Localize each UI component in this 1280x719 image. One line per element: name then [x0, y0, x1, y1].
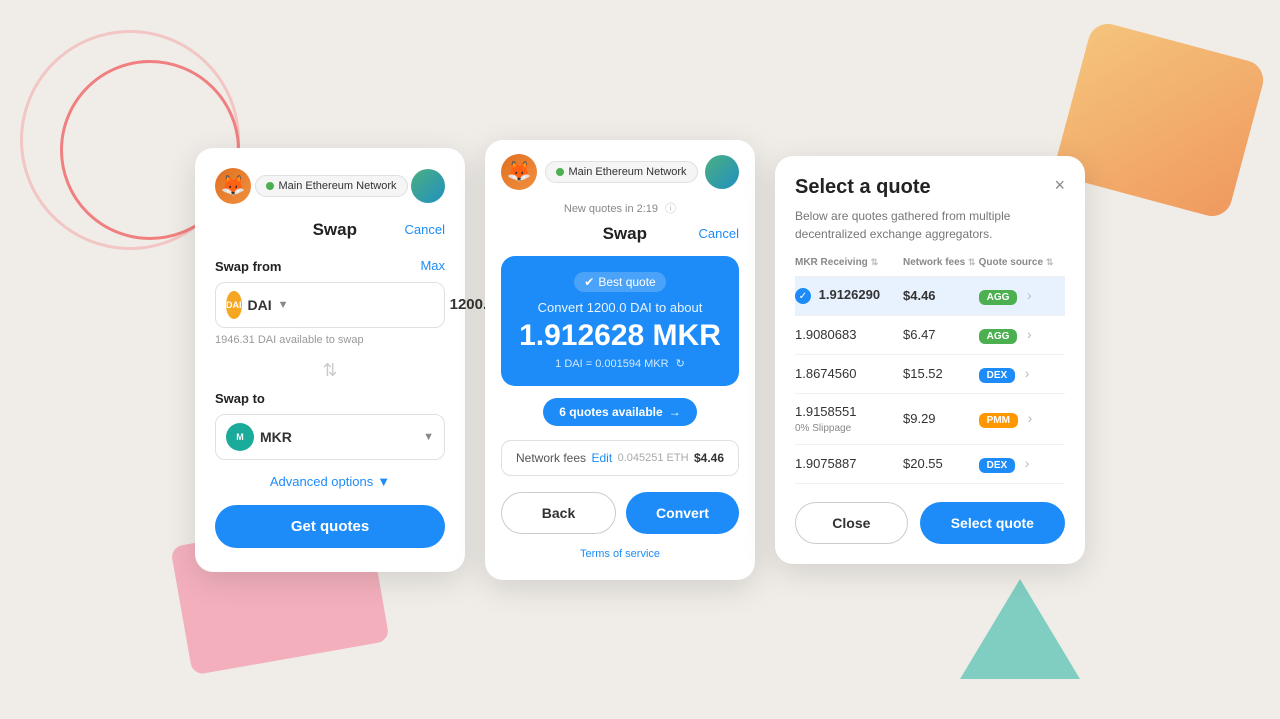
- convert-button[interactable]: Convert: [626, 492, 739, 534]
- cancel-link-p2[interactable]: Cancel: [699, 226, 739, 241]
- network-dot-p2: [556, 168, 564, 176]
- back-button[interactable]: Back: [501, 492, 616, 534]
- cancel-link-p1[interactable]: Cancel: [405, 222, 445, 237]
- quote-row[interactable]: 1.9158551 0% Slippage $9.29 PMM ›: [795, 393, 1065, 444]
- col-mkr-receiving: MKR Receiving ⇅: [795, 257, 903, 277]
- quote-mkr: 1.9158551 0% Slippage: [795, 393, 903, 444]
- fees-label: Network fees: [516, 451, 586, 465]
- max-link[interactable]: Max: [420, 258, 445, 273]
- panel2-title-row: Swap Cancel: [485, 224, 755, 256]
- quote-row[interactable]: 1.8674560 $15.52 DEX ›: [795, 354, 1065, 393]
- swap-from-row: DAI DAI ▼ ≈ $1,206.37: [215, 282, 445, 328]
- panel3-actions: Close Select quote: [795, 502, 1065, 544]
- avatar-p2: [705, 155, 739, 189]
- swap-to-label: Swap to: [215, 391, 445, 406]
- network-label-p1: Main Ethereum Network: [279, 180, 397, 192]
- convert-text: Convert 1200.0 DAI to about: [517, 300, 723, 315]
- select-quote-panel: Select a quote × Below are quotes gather…: [775, 156, 1085, 564]
- mkr-amount: 1.912628 MKR: [517, 319, 723, 353]
- panel2-header: 🦊 Main Ethereum Network: [485, 140, 755, 200]
- dai-chevron[interactable]: ▼: [278, 299, 289, 311]
- mkr-icon-p1: M: [226, 423, 254, 451]
- panel2-actions: Back Convert: [485, 492, 755, 538]
- quote-row[interactable]: ✓ 1.9126290 $4.46 AGG ›: [795, 276, 1065, 315]
- fees-edit-link[interactable]: Edit: [591, 451, 612, 465]
- panel1-title: Swap: [265, 220, 405, 240]
- quote-row[interactable]: 1.9075887 $20.55 DEX ›: [795, 444, 1065, 483]
- col-quote-source: Quote source ⇅: [979, 257, 1065, 277]
- swap-from-label: Swap from: [215, 259, 281, 274]
- quote-row[interactable]: 1.9080683 $6.47 AGG ›: [795, 315, 1065, 354]
- select-quote-button[interactable]: Select quote: [920, 502, 1065, 544]
- close-action-button[interactable]: Close: [795, 502, 908, 544]
- quote-fee: $6.47: [903, 315, 979, 354]
- quote-fee: $20.55: [903, 444, 979, 483]
- quotes-table: MKR Receiving ⇅ Network fees ⇅ Quote sou…: [795, 257, 1065, 484]
- fees-eth: 0.045251 ETH: [618, 452, 689, 464]
- quote-fee: $15.52: [903, 354, 979, 393]
- fees-usd: $4.46: [694, 451, 724, 465]
- panel3-subtitle: Below are quotes gathered from multiple …: [795, 207, 1065, 243]
- arrow-right-icon: →: [669, 405, 681, 419]
- metamask-logo: 🦊: [215, 168, 251, 204]
- panel3-header: Select a quote ×: [795, 176, 1065, 199]
- quote-mkr: 1.8674560: [795, 354, 903, 393]
- quote-source[interactable]: PMM ›: [979, 393, 1065, 444]
- get-quotes-button[interactable]: Get quotes: [215, 505, 445, 548]
- quote-source[interactable]: AGG ›: [979, 315, 1065, 354]
- sort-icon-2[interactable]: ⇅: [968, 257, 976, 267]
- close-x-button[interactable]: ×: [1054, 176, 1065, 194]
- dai-token-name: DAI: [248, 297, 272, 313]
- swap-rate-icon: ↻: [676, 358, 685, 370]
- sort-icon-3[interactable]: ⇅: [1046, 257, 1054, 267]
- network-fees-row: Network fees Edit 0.045251 ETH $4.46: [501, 440, 739, 476]
- sort-icon-1[interactable]: ⇅: [871, 257, 879, 267]
- advanced-options[interactable]: Advanced options ▼: [215, 474, 445, 489]
- panel1-title-row: Swap Cancel: [215, 220, 445, 240]
- best-quote-card: ✔ Best quote Convert 1200.0 DAI to about…: [501, 256, 739, 386]
- bg-triangle-teal: [960, 579, 1080, 679]
- mkr-token-name: MKR: [260, 429, 292, 445]
- network-badge-p1[interactable]: Main Ethereum Network: [255, 175, 408, 197]
- timer-text: New quotes in 2:19 ⓘ: [485, 200, 755, 216]
- quote-source[interactable]: AGG ›: [979, 276, 1065, 315]
- quote-mkr: ✓ 1.9126290: [795, 276, 903, 315]
- best-quote-badge: ✔ Best quote: [574, 272, 665, 292]
- quote-fee: $4.46: [903, 276, 979, 315]
- avatar-p1: [411, 169, 445, 203]
- col-network-fees: Network fees ⇅: [903, 257, 979, 277]
- swap-to-row[interactable]: M MKR ▼: [215, 414, 445, 460]
- tos-link[interactable]: Terms of service: [485, 548, 755, 560]
- rate-text: 1 DAI = 0.001594 MKR ↻: [517, 357, 723, 370]
- network-label-p2: Main Ethereum Network: [569, 166, 687, 178]
- panel1-header: 🦊 Main Ethereum Network: [215, 168, 445, 204]
- metamask-logo-p2: 🦊: [501, 154, 537, 190]
- info-icon: ⓘ: [665, 203, 676, 215]
- mkr-chevron[interactable]: ▼: [423, 431, 434, 443]
- quote-mkr: 1.9080683: [795, 315, 903, 354]
- select-quote-title: Select a quote: [795, 176, 931, 199]
- check-icon: ✔: [584, 275, 594, 289]
- quote-source[interactable]: DEX ›: [979, 444, 1065, 483]
- network-badge-p2[interactable]: Main Ethereum Network: [545, 161, 698, 183]
- available-text: 1946.31 DAI available to swap: [215, 334, 445, 346]
- network-dot-p1: [266, 182, 274, 190]
- quotes-available-button[interactable]: 6 quotes available →: [543, 398, 696, 426]
- chevron-down-icon: ▼: [377, 474, 390, 489]
- best-quote-panel: 🦊 Main Ethereum Network New quotes in 2:…: [485, 140, 755, 580]
- panel2-title: Swap: [551, 224, 699, 244]
- dai-icon: DAI: [226, 291, 242, 319]
- quote-fee: $9.29: [903, 393, 979, 444]
- quote-mkr: 1.9075887: [795, 444, 903, 483]
- swap-from-panel: 🦊 Main Ethereum Network Swap Cancel Swap…: [195, 148, 465, 572]
- quote-source[interactable]: DEX ›: [979, 354, 1065, 393]
- swap-arrows-icon[interactable]: ⇅: [215, 360, 445, 381]
- amount-input[interactable]: [295, 296, 496, 313]
